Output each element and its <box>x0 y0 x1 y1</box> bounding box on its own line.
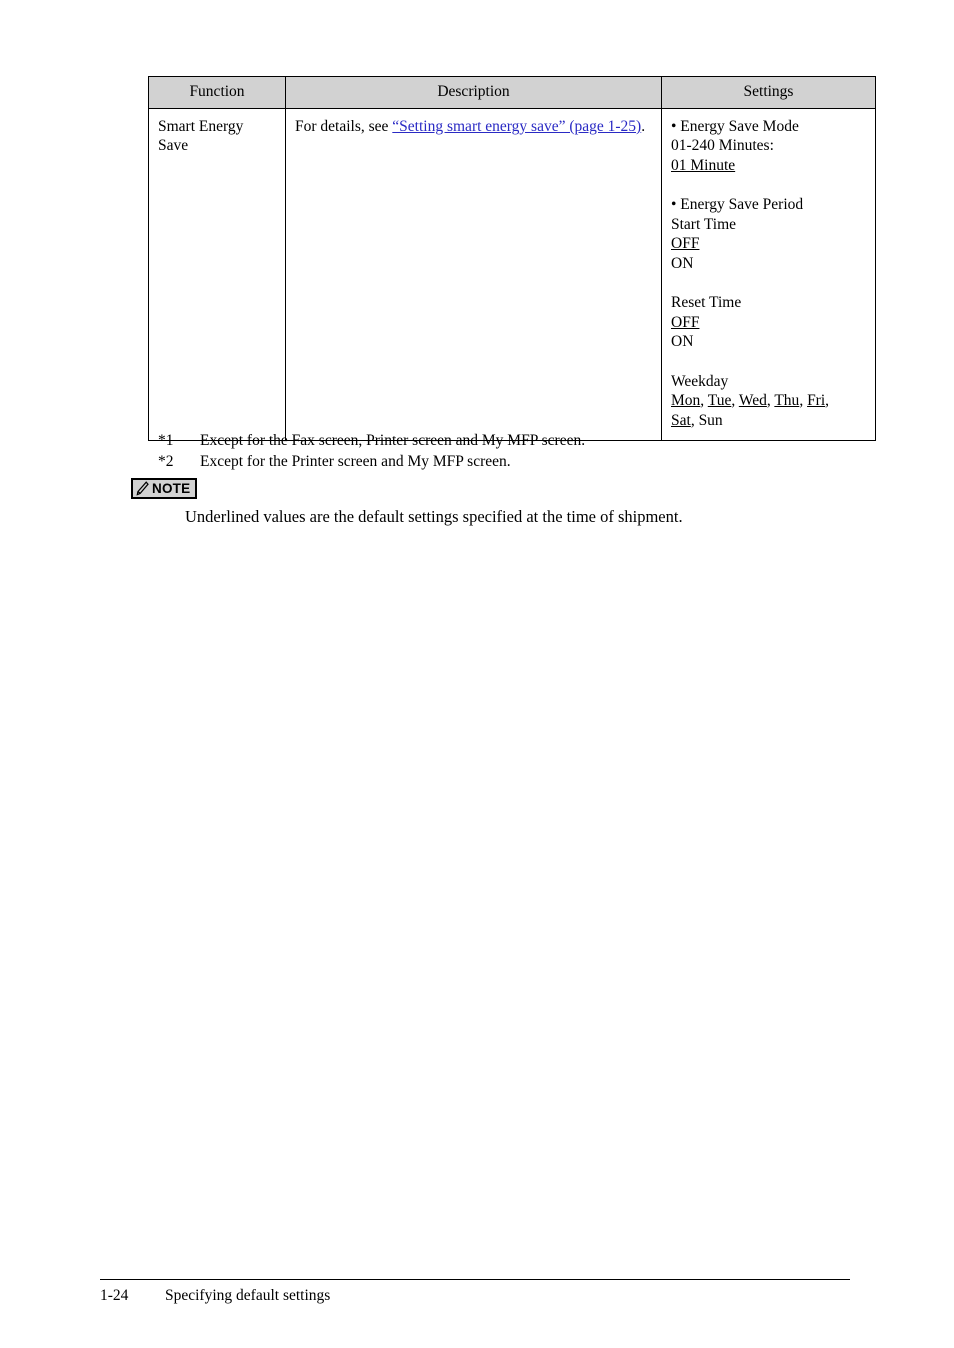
weekday-thu: Thu <box>774 392 800 410</box>
footer-section-title: Specifying default settings <box>165 1287 331 1304</box>
weekday-label: Weekday <box>671 372 729 390</box>
energy-save-period-title: • Energy Save Period <box>671 196 804 214</box>
weekday-sat: Sat <box>671 411 691 429</box>
weekday-fri: Fri <box>807 392 826 410</box>
settings-table: Function Description Settings Smart Ener… <box>148 76 876 442</box>
footnote-text: Except for the Printer screen and My MFP… <box>200 453 511 470</box>
weekday-separator: , <box>731 392 739 410</box>
footnote-item: *1 Except for the Fax screen, Printer sc… <box>158 430 858 451</box>
footnote-marker: *2 <box>158 453 174 470</box>
footnote-item: *2 Except for the Printer screen and My … <box>158 451 858 472</box>
weekday-sun: Sun <box>698 411 723 429</box>
pencil-icon <box>136 481 149 496</box>
weekday-separator: , <box>690 411 699 429</box>
footer: 1-24 Specifying default settings <box>100 1286 860 1306</box>
cell-description: For details, see “Setting smart energy s… <box>285 107 662 442</box>
weekday-tue: Tue <box>707 392 732 410</box>
reset-time-default-value: OFF <box>671 313 700 331</box>
footnote-text: Except for the Fax screen, Printer scree… <box>200 432 586 449</box>
note-badge: NOTE <box>131 478 198 499</box>
energy-save-mode-range: 01-240 Minutes: <box>671 137 774 155</box>
footnote-marker: *1 <box>158 432 174 449</box>
start-time-alt-value: ON <box>671 254 694 272</box>
note-label: NOTE <box>152 480 191 496</box>
table-body: Smart Energy Save For details, see “Sett… <box>148 107 876 442</box>
note-body-text: Underlined values are the default settin… <box>185 507 683 526</box>
column-header-function: Function <box>148 76 286 109</box>
weekday-separator: , <box>799 392 808 410</box>
start-time-default-value: OFF <box>671 235 700 253</box>
function-name: Smart Energy Save <box>158 117 244 155</box>
start-time-label: Start Time <box>671 215 737 233</box>
weekday-values-continued: Sat, Sun <box>671 411 866 431</box>
cell-settings: • Energy Save Mode 01-240 Minutes: 01 Mi… <box>661 107 876 442</box>
table-header-row: Function Description Settings <box>148 76 876 109</box>
footer-divider <box>100 1279 850 1280</box>
weekday-separator: , <box>825 392 830 410</box>
description-trail-text: . <box>641 117 646 135</box>
weekday-values: Mon, Tue, Wed, Thu, Fri, <box>671 391 866 411</box>
column-header-settings: Settings <box>661 76 876 109</box>
weekday-separator: , <box>700 392 708 410</box>
weekday-wed: Wed <box>738 392 767 410</box>
weekday-mon: Mon <box>671 392 701 410</box>
energy-save-mode-default: 01 Minute <box>671 157 736 174</box>
description-lead-text: For details, see <box>295 117 393 135</box>
cell-function: Smart Energy Save <box>148 107 286 442</box>
energy-save-mode-title: • Energy Save Mode <box>671 117 799 135</box>
table-header: Function Description Settings <box>148 76 876 109</box>
table-row: Smart Energy Save For details, see “Sett… <box>148 107 876 442</box>
footnotes: *1 Except for the Fax screen, Printer sc… <box>158 430 858 472</box>
reset-time-label: Reset Time <box>671 294 742 312</box>
reset-time-alt-value: ON <box>671 333 694 351</box>
settings-table-container: Function Description Settings Smart Ener… <box>148 76 876 442</box>
cross-reference-link[interactable]: “Setting smart energy save” (page 1-25) <box>392 118 641 135</box>
column-header-description: Description <box>285 76 662 109</box>
footer-page-number: 1-24 <box>100 1287 129 1304</box>
